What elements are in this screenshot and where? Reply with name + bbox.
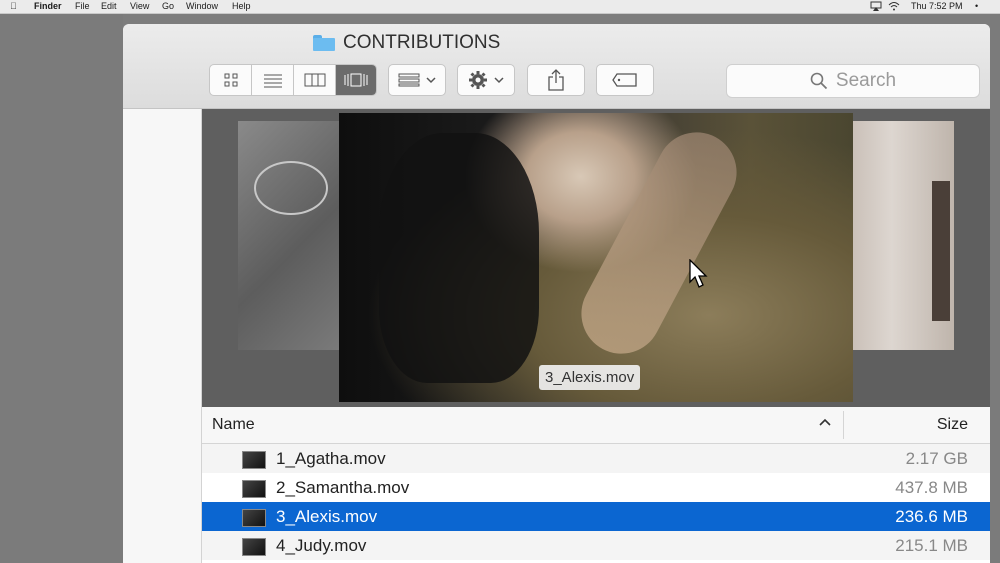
toolbar: CONTRIBUTIONS Search	[123, 24, 990, 109]
file-list: Name Size 1_Agatha.mov 2.17 GB 2_Samanth…	[202, 407, 990, 563]
cover-thumbnail-next[interactable]	[850, 121, 954, 350]
search-placeholder: Search	[835, 70, 897, 91]
file-name: 4_Judy.mov	[276, 536, 367, 555]
file-name: 2_Samantha.mov	[276, 478, 410, 497]
column-header-name[interactable]: Name	[212, 416, 255, 434]
menu-window[interactable]: Window	[186, 1, 218, 12]
video-file-icon	[242, 480, 266, 498]
video-file-icon	[242, 451, 266, 469]
spotlight-icon[interactable]: •	[975, 1, 978, 12]
video-file-icon	[242, 538, 266, 556]
list-item-selected[interactable]: 3_Alexis.mov 236.6 MB	[202, 502, 990, 531]
share-button[interactable]	[527, 64, 585, 96]
coverflow-icon	[344, 73, 368, 87]
cover-flow-view[interactable]: 3_Alexis.mov	[202, 109, 990, 407]
desktop-background-right	[990, 14, 1000, 563]
view-mode-control	[209, 64, 377, 96]
columns-icon	[304, 73, 325, 87]
tag-icon	[612, 73, 637, 87]
menu-app-name[interactable]: Finder	[34, 1, 62, 12]
video-file-icon	[242, 509, 266, 527]
coverflow-view-button[interactable]	[336, 65, 376, 95]
action-button[interactable]	[457, 64, 515, 96]
list-header: Name Size	[202, 407, 990, 444]
menu-edit[interactable]: Edit	[101, 1, 117, 12]
tags-button[interactable]	[596, 64, 654, 96]
gear-icon	[469, 71, 487, 89]
search-field[interactable]: Search	[726, 64, 980, 98]
menu-bar:  Finder File Edit View Go Window Help T…	[0, 0, 1000, 14]
file-name: 3_Alexis.mov	[276, 507, 378, 526]
list-item[interactable]: 1_Agatha.mov 2.17 GB	[202, 444, 990, 473]
menu-file[interactable]: File	[75, 1, 90, 12]
cover-thumbnail-current[interactable]: 3_Alexis.mov	[339, 113, 853, 402]
file-size: 2.17 GB	[905, 449, 968, 468]
menu-clock[interactable]: Thu 7:52 PM	[911, 1, 963, 12]
file-size: 437.8 MB	[895, 478, 968, 497]
list-item[interactable]: 2_Samantha.mov 437.8 MB	[202, 473, 990, 502]
menu-help[interactable]: Help	[232, 1, 251, 12]
apple-icon[interactable]: 	[10, 1, 17, 12]
cover-thumbnail-previous[interactable]	[238, 121, 348, 350]
list-icon	[263, 74, 282, 88]
wifi-icon[interactable]	[888, 1, 900, 14]
arrange-icon	[398, 73, 420, 87]
file-name: 1_Agatha.mov	[276, 449, 386, 468]
airplay-icon[interactable]	[870, 1, 882, 14]
cover-label: 3_Alexis.mov	[539, 365, 641, 390]
mouse-cursor-icon	[689, 259, 708, 288]
menu-go[interactable]: Go	[162, 1, 174, 12]
list-item[interactable]: 4_Judy.mov 215.1 MB	[202, 531, 990, 560]
search-icon	[810, 72, 828, 90]
share-icon	[548, 69, 564, 91]
sidebar	[123, 109, 202, 563]
sort-ascending-icon[interactable]	[819, 417, 831, 427]
window-title: CONTRIBUTIONS	[313, 32, 500, 54]
desktop-background	[0, 14, 123, 563]
arrange-button[interactable]	[388, 64, 446, 96]
window-title-text: CONTRIBUTIONS	[343, 32, 501, 53]
file-size: 215.1 MB	[895, 536, 968, 555]
list-view-button[interactable]	[252, 65, 294, 95]
file-size: 236.6 MB	[895, 507, 968, 526]
column-divider	[843, 411, 844, 439]
menu-view[interactable]: View	[130, 1, 149, 12]
chevron-down-icon	[494, 77, 504, 84]
chevron-down-icon	[426, 77, 436, 84]
finder-window: CONTRIBUTIONS Search 3_Alexis.mov Name S…	[123, 24, 990, 563]
column-view-button[interactable]	[294, 65, 336, 95]
grid-icon	[224, 73, 237, 87]
icon-view-button[interactable]	[210, 65, 252, 95]
column-header-size[interactable]: Size	[937, 416, 968, 434]
folder-icon	[313, 35, 335, 51]
